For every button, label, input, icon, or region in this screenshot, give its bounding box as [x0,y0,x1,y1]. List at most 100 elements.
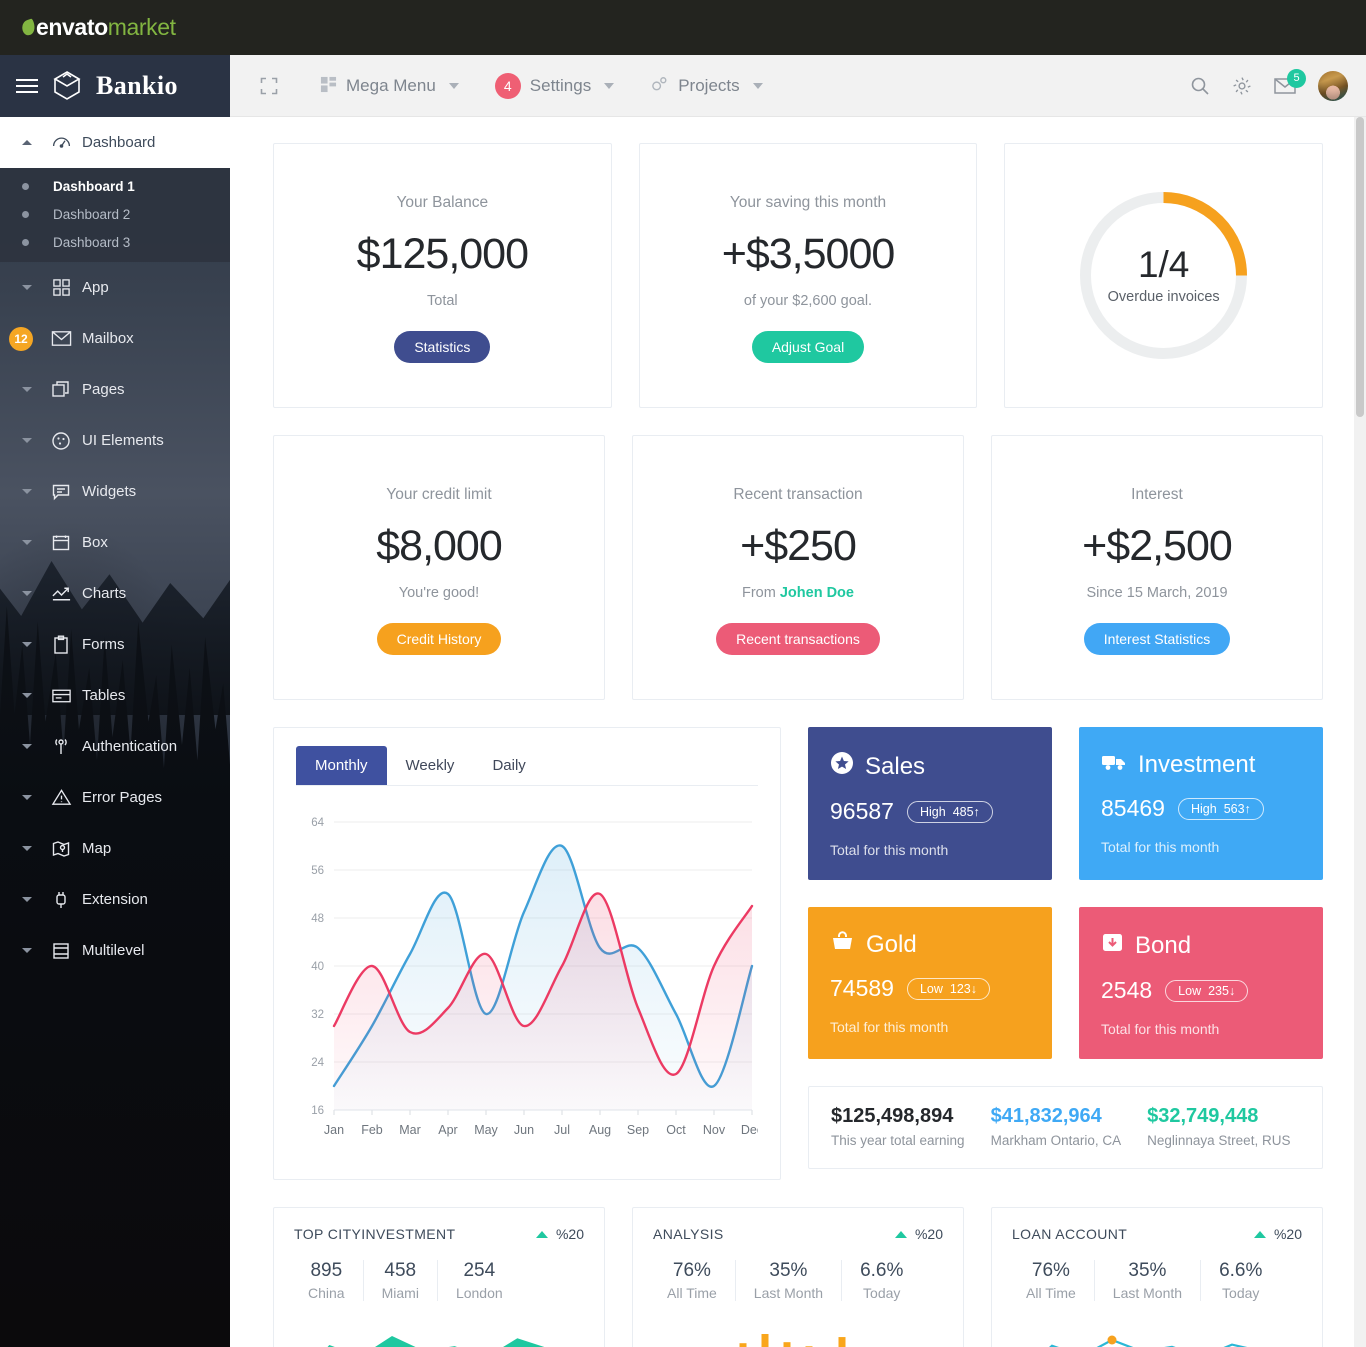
tile-name: Bond [1135,932,1192,959]
sidebar-subitem-dashboard-3[interactable]: Dashboard 3 [0,228,230,256]
mail-count-badge: 5 [1287,68,1306,88]
tile-value: 96587 [830,798,894,824]
star-badge-icon [830,751,854,782]
sidebar-item-widgets[interactable]: Widgets [0,466,230,517]
search-icon[interactable] [1190,76,1210,96]
hamburger-icon[interactable] [16,79,38,93]
stat-value: 35% [1128,1260,1167,1281]
envato-leaf-icon [20,18,37,37]
svg-text:Apr: Apr [438,1123,457,1137]
card-label: Your saving this month [729,194,887,211]
tile-bond[interactable]: Bond 2548 Low 235↓ Total for this month [1079,907,1323,1059]
sidebar-item-authentication[interactable]: Authentication [0,721,230,772]
chevron-down-icon [14,948,40,953]
widget-delta: %20 [894,1226,943,1242]
overdue-caption: Overdue invoices [1107,288,1220,305]
widget-loan-account: LOAN ACCOUNT %20 76% All Time 35% Last M… [991,1207,1323,1347]
chevron-up-icon [14,140,40,145]
gears-icon [650,75,669,96]
stat-value: 6.6% [1219,1260,1263,1281]
adjust-goal-button[interactable]: Adjust Goal [751,331,865,363]
tile-chip: High 563↑ [1177,797,1264,820]
brand-name: Bankio [96,71,178,100]
tab-weekly[interactable]: Weekly [387,746,474,785]
chevron-down-icon [14,387,40,392]
subitem-label: Dashboard 1 [53,178,135,194]
sidebar-item-label: Multilevel [82,942,145,959]
chat-icon [40,482,82,502]
tile-foot: Total for this month [1101,839,1220,855]
svg-text:48: 48 [311,913,324,925]
chip-value: 235↓ [1208,983,1236,998]
envelope-icon [40,329,82,348]
mail-icon[interactable]: 5 [1274,68,1306,95]
truck-icon [1101,751,1127,779]
chevron-down-icon [14,693,40,698]
earning-value: $41,832,964 [990,1105,1102,1127]
scrollbar-thumb[interactable] [1356,117,1364,417]
sidebar-item-multilevel[interactable]: Multilevel [0,925,230,976]
sidebar-item-charts[interactable]: Charts [0,568,230,619]
card-your-saving: Your saving this month +$3,5000 of your … [638,143,978,408]
sidebar-item-app[interactable]: App [0,262,230,313]
envato-logo[interactable]: envato market [20,14,176,41]
sidebar-item-ui-elements[interactable]: UI Elements [0,415,230,466]
speedometer-icon [40,132,82,153]
sidebar-item-error-pages[interactable]: Error Pages [0,772,230,823]
card-sub-name: Johen Doe [779,585,854,601]
tab-daily[interactable]: Daily [473,746,544,785]
line-chart: 16 24 32 40 48 56 64 Jan Feb Mar Apr May Jun Jul Aug Se… [296,812,763,1155]
chevron-down-icon [14,846,40,851]
sidebar-item-label: Box [82,534,108,551]
bullet-icon [22,210,29,218]
chip-label: High [1190,801,1217,816]
tile-foot: Total for this month [830,842,949,858]
dashboard-content: Your Balance $125,000 Total Statistics Y… [230,117,1366,1347]
nav-mega-menu[interactable]: Mega Menu [302,76,477,96]
stat-value: 76% [1031,1260,1070,1281]
stat-key: China [308,1285,345,1301]
card-sub: You're good! [398,585,480,601]
sidebar-item-extension[interactable]: Extension [0,874,230,925]
tab-monthly[interactable]: Monthly [296,746,387,785]
statistics-button[interactable]: Statistics [394,331,491,363]
sidebar-item-label: Error Pages [82,789,163,806]
chevron-down-icon [448,82,459,89]
sidebar-item-label: Pages [82,381,125,398]
interest-statistics-button[interactable]: Interest Statistics [1083,623,1231,655]
sidebar-item-box[interactable]: Box [0,517,230,568]
box-logo-icon [52,69,82,104]
sidebar-item-mailbox[interactable]: 12 Mailbox [0,313,230,364]
recent-transactions-button[interactable]: Recent transactions [716,623,880,655]
credit-history-button[interactable]: Credit History [376,623,502,655]
nav-projects[interactable]: Projects [632,75,780,96]
svg-text:Jul: Jul [554,1123,570,1137]
fullscreen-icon[interactable] [230,77,302,95]
sidebar-item-pages[interactable]: Pages [0,364,230,415]
sidebar-item-tables[interactable]: Tables [0,670,230,721]
tile-chip: Low 235↓ [1165,979,1249,1002]
pages-icon [40,380,82,400]
card-sub: Since 15 March, 2019 [1086,585,1228,601]
sidebar-subitem-dashboard-2[interactable]: Dashboard 2 [0,200,230,228]
card-sub: Total [427,293,458,309]
sidebar-item-dashboard[interactable]: Dashboard [0,117,230,168]
vertical-scrollbar[interactable] [1354,117,1366,1347]
tile-gold[interactable]: Gold 74589 Low 123↓ Total for this month [808,907,1052,1059]
tile-sales[interactable]: Sales 96587 High 485↑ Total for this mon… [808,727,1052,880]
sidebar-subitem-dashboard-1[interactable]: Dashboard 1 [0,172,230,200]
palette-icon [40,431,82,451]
nav-label: Projects [678,75,740,95]
tile-investment[interactable]: Investment 85469 High 563↑ Total for thi… [1079,727,1323,880]
card-value: $8,000 [376,522,503,570]
chevron-down-icon [14,795,40,800]
nav-settings[interactable]: 4 Settings [477,72,632,99]
gear-icon[interactable] [1232,76,1252,96]
sidebar-item-map[interactable]: Map [0,823,230,874]
stat-key: All Time [667,1285,717,1301]
sidebar-item-forms[interactable]: Forms [0,619,230,670]
tile-name: Gold [866,931,917,958]
card-interest: Interest +$2,500 Since 15 March, 2019 In… [991,435,1323,700]
svg-text:May: May [474,1123,498,1137]
avatar[interactable] [1318,70,1348,101]
